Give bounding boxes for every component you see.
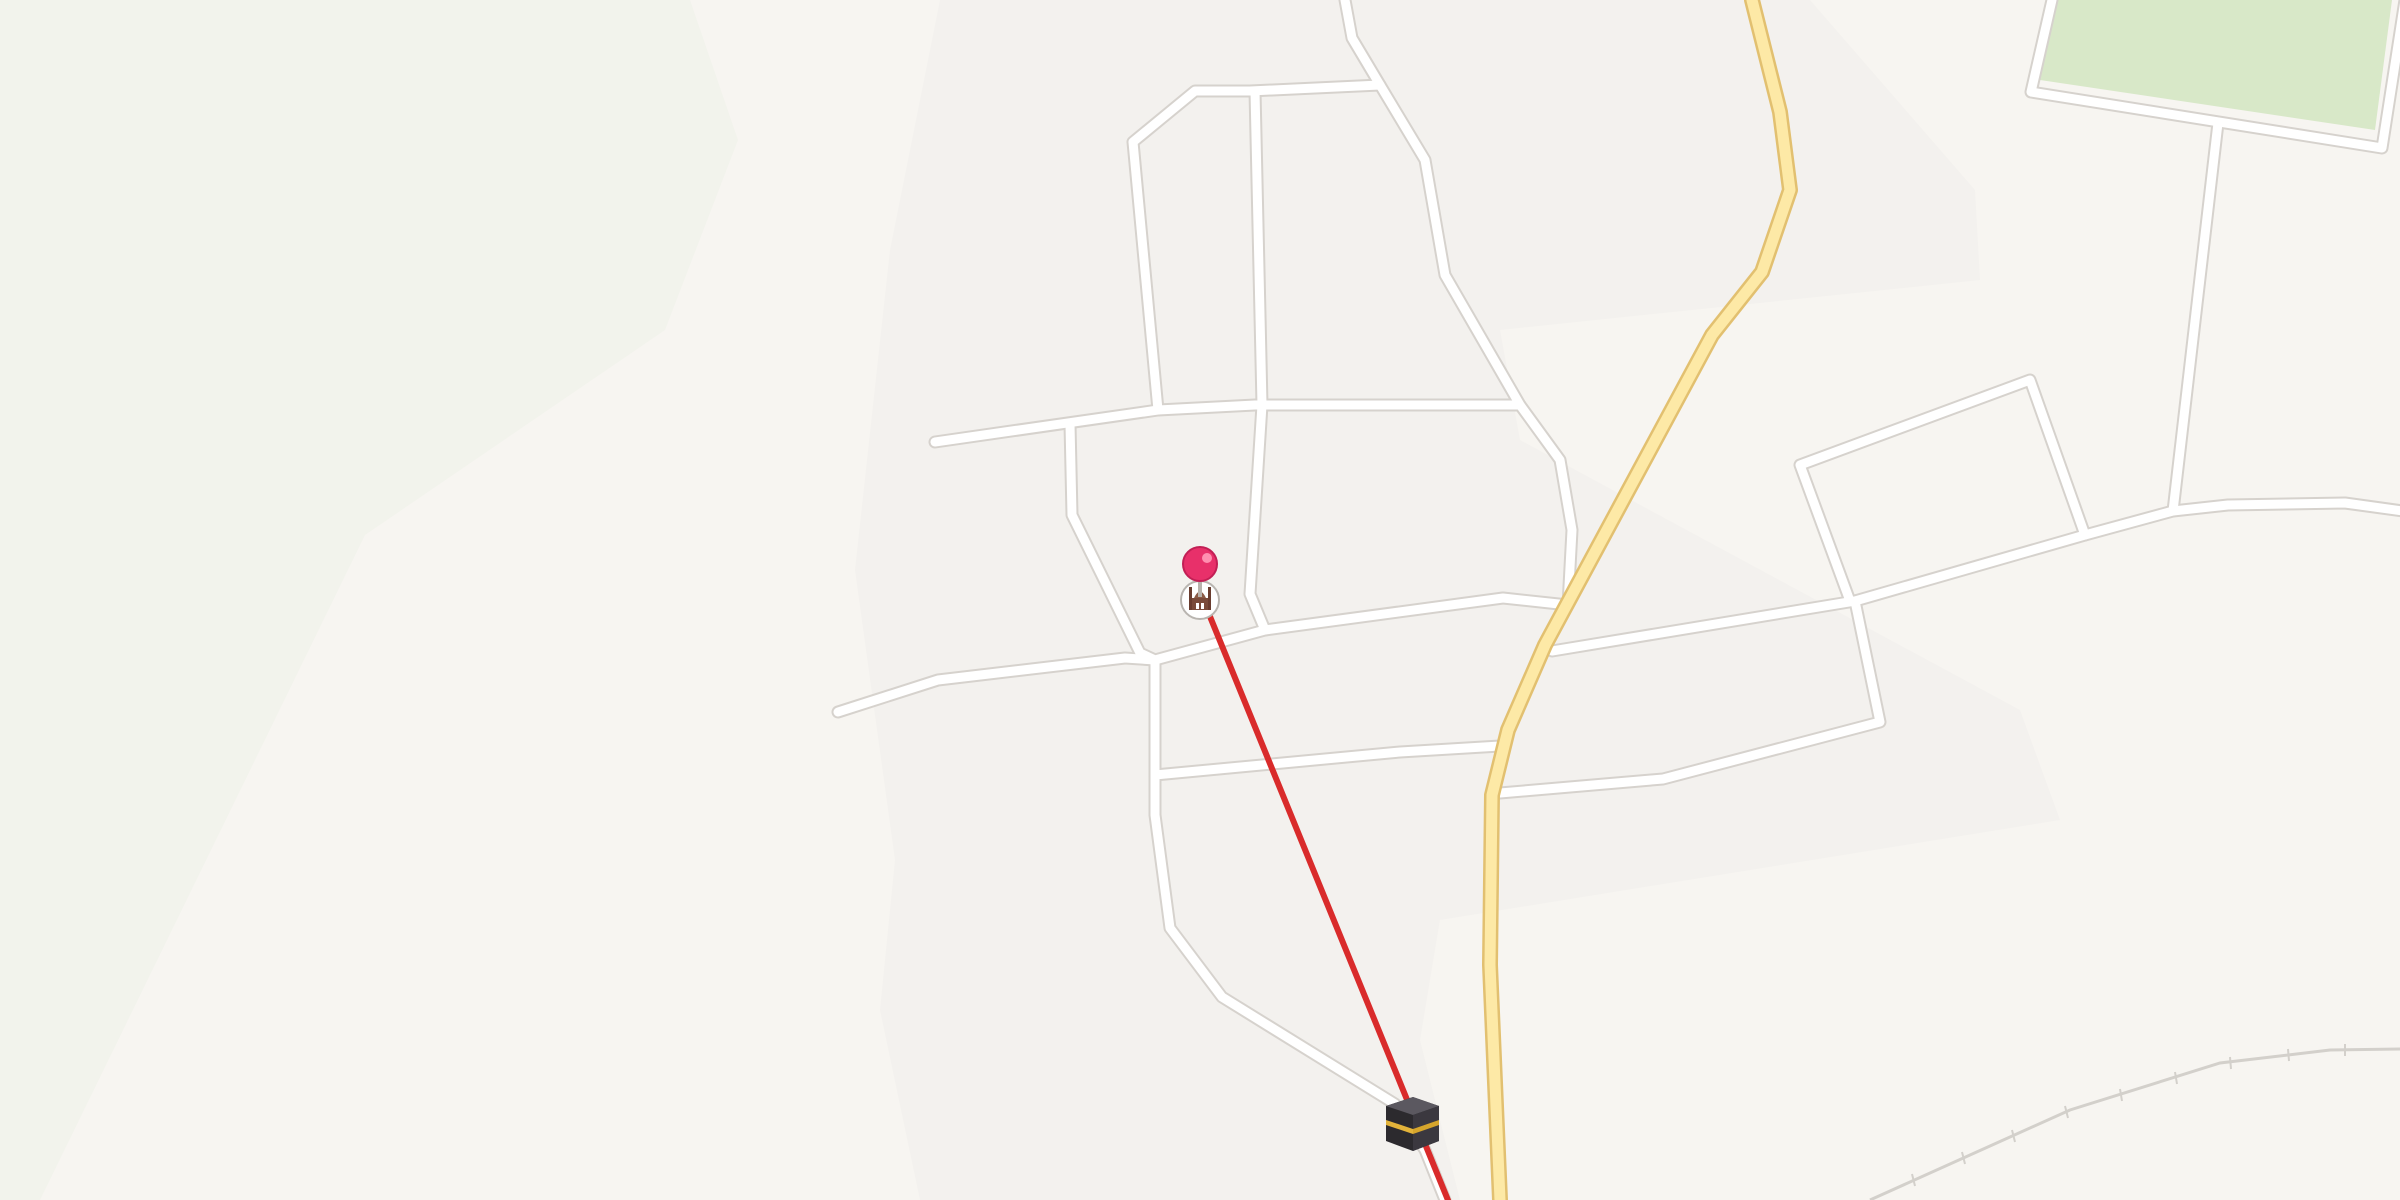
map-view[interactable] xyxy=(0,0,2400,1200)
kaaba-icon[interactable] xyxy=(1386,1097,1439,1151)
